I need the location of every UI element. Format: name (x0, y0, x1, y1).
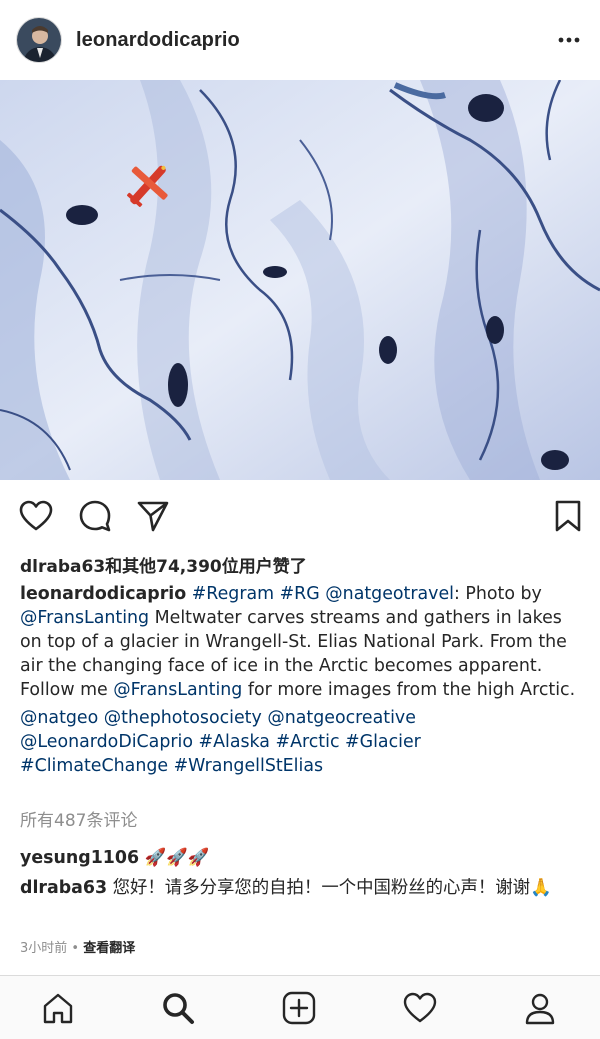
post-meta: 3小时前 • 查看翻译 (20, 937, 135, 956)
meta-separator: • (67, 941, 84, 956)
comment-text: 🚀🚀🚀 (139, 848, 210, 868)
comment-username[interactable]: dlraba63 (20, 878, 107, 898)
post-header: leonardodicaprio (0, 0, 600, 80)
see-translation-link[interactable]: 查看翻译 (83, 941, 135, 956)
caption-author[interactable]: leonardodicaprio (20, 584, 186, 604)
heart-outline-icon[interactable] (17, 497, 55, 535)
bottom-nav (0, 975, 600, 1039)
search-icon[interactable] (158, 988, 198, 1028)
comment-item: yesung1106 🚀🚀🚀 (20, 844, 590, 873)
post-photo[interactable] (0, 80, 600, 480)
caption-tags-line[interactable]: @LeonardoDiCaprio #Alaska #Arctic #Glaci… (20, 730, 585, 754)
hashtag-rg[interactable]: #RG (280, 584, 320, 604)
comment-item: dlraba63 您好！请多分享您的自拍！一个中国粉丝的心声！谢谢🙏 (20, 874, 590, 903)
view-all-comments-link[interactable]: 所有487条评论 (20, 806, 137, 831)
post-caption: leonardodicaprio #Regram #RG @natgeotrav… (20, 582, 585, 778)
bookmark-icon[interactable] (549, 497, 587, 535)
profile-icon[interactable] (520, 988, 560, 1028)
mention-franslanting[interactable]: @FransLanting (113, 680, 242, 700)
mention-franslanting[interactable]: @FransLanting (20, 608, 149, 628)
home-icon[interactable] (38, 988, 78, 1028)
mention-natgeotravel[interactable]: @natgeotravel (325, 584, 454, 604)
caption-text: : Photo by (454, 584, 542, 604)
caption-tags: @natgeo @thephotosociety @natgeocreative… (20, 706, 585, 778)
caption-tags-line[interactable]: #ClimateChange #WrangellStElias (20, 754, 585, 778)
caption-text: for more images from the high Arctic. (242, 680, 576, 700)
new-post-icon[interactable] (279, 988, 319, 1028)
post-actions (0, 480, 600, 550)
paper-plane-icon[interactable] (134, 497, 172, 535)
activity-heart-icon[interactable] (400, 988, 440, 1028)
post-username[interactable]: leonardodicaprio (76, 29, 240, 52)
comment-text: 您好！请多分享您的自拍！一个中国粉丝的心声！谢谢🙏 (107, 878, 552, 898)
likes-count[interactable]: dlraba63和其他74,390位用户赞了 (20, 552, 307, 577)
caption-tags-line[interactable]: @natgeo @thephotosociety @natgeocreative (20, 706, 585, 730)
avatar[interactable] (16, 17, 62, 63)
hashtag-regram[interactable]: #Regram (192, 584, 274, 604)
comment-username[interactable]: yesung1106 (20, 848, 139, 868)
timestamp: 3小时前 (20, 941, 68, 956)
comment-bubble-icon[interactable] (76, 497, 114, 535)
more-horizontal-icon[interactable] (554, 25, 584, 55)
